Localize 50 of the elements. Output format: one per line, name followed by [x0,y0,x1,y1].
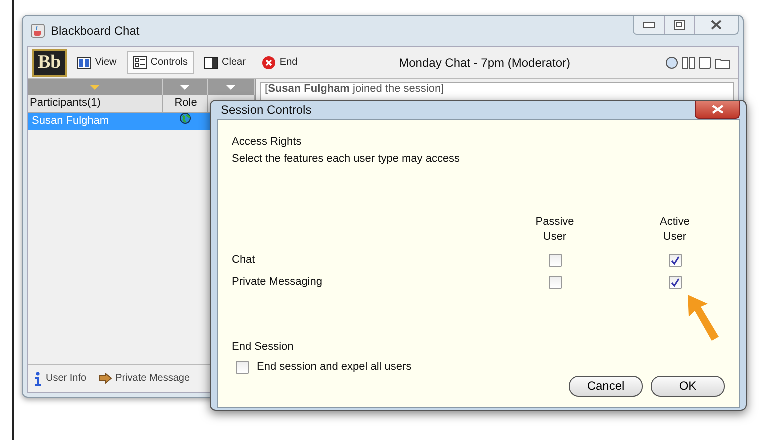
section-heading: Access Rights [232,135,303,150]
checkbox[interactable] [668,276,682,290]
minimize-icon [643,22,655,28]
info-icon [34,372,42,386]
checkbox[interactable] [668,254,682,267]
column-header: Passive User [534,215,576,246]
footer-action[interactable]: User Info [34,371,87,386]
triangle-icon [226,84,236,90]
circle-icon [666,56,678,68]
instruction-text: Select the features each user type may access [232,152,462,166]
checkbox[interactable] [548,276,562,290]
folder-icon [715,56,730,68]
form-icon [132,56,147,69]
toolbar-button[interactable]: View [71,51,123,74]
arrow-icon [98,373,112,384]
close-button[interactable] [695,101,740,119]
toolbar-button[interactable]: Controls [126,51,194,74]
globe-icon [180,113,191,124]
session-title: Monday Chat - 7pm (Moderator) [398,54,572,72]
maximize-icon [674,20,685,30]
checkbox-label: End session and expel all users [257,360,412,376]
close-icon [712,105,724,114]
coffee-cup-icon [31,24,45,38]
dialog-button[interactable]: OK [651,376,725,397]
panel-icon [204,56,218,68]
footer-action[interactable]: Private Message [98,371,190,386]
columns-icon [682,56,695,68]
window-title: Blackboard Chat [51,23,140,40]
column-header[interactable]: Participants(1) [28,95,163,112]
checkbox[interactable] [548,254,562,267]
check-icon [670,278,680,288]
dialog-button[interactable]: Cancel [569,376,643,397]
close-icon [262,56,276,70]
columns-icon [77,56,92,68]
column-header: Active User [659,215,691,246]
feature-label: Chat [232,252,256,268]
column-header[interactable]: Role [163,95,208,112]
toolbar-button[interactable]: Clear [198,51,252,74]
check-icon [670,256,680,265]
logo: Bb [32,48,68,76]
participant-name: Susan Fulgham [31,114,110,129]
triangle-icon [180,84,190,90]
feature-label: Private Messaging [232,275,324,290]
close-icon [711,20,722,30]
square-icon [699,56,711,68]
triangle-icon [90,84,100,90]
chat-message: [Susan Fulgham joined the session] [265,83,446,96]
toolbar-button[interactable]: End [256,51,304,74]
section-heading: End Session [232,340,295,355]
checkbox[interactable] [236,361,249,374]
